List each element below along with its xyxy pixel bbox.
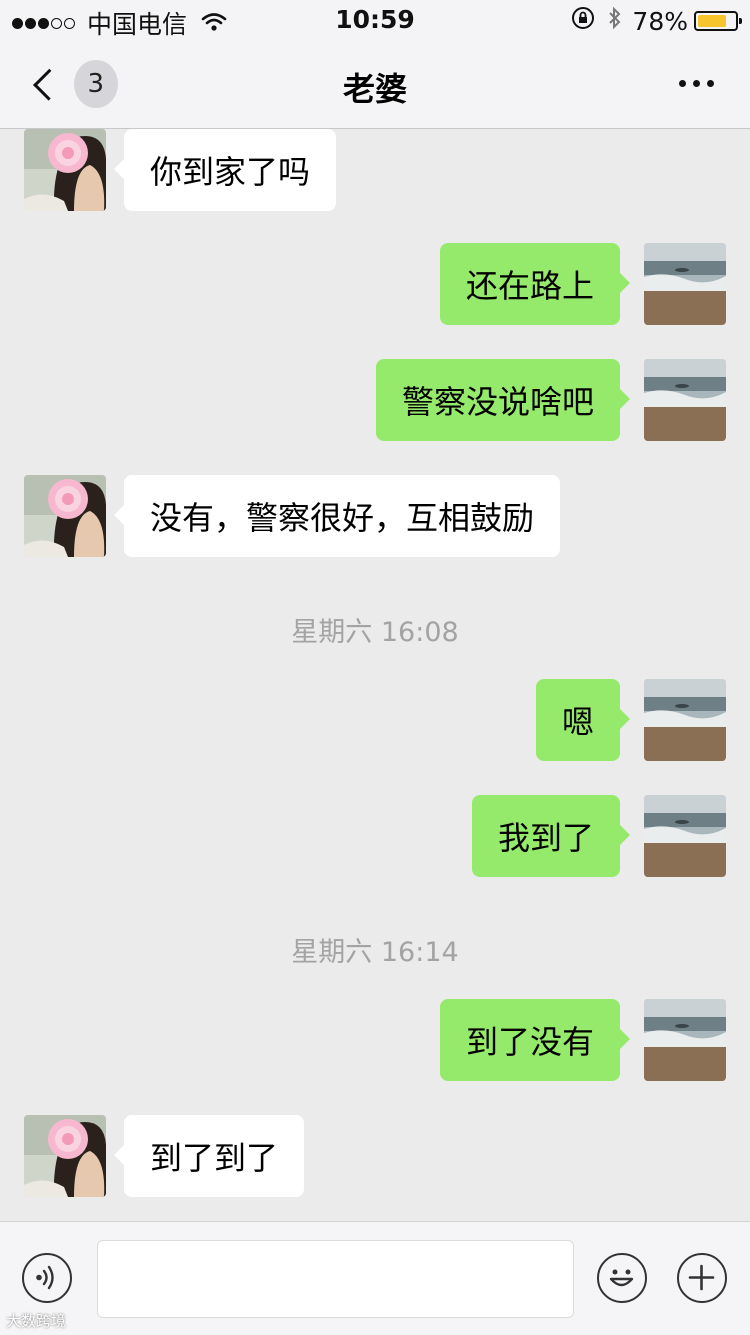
status-bar: 中国电信 10:59 78% (0, 0, 750, 40)
message-input[interactable] (97, 1240, 574, 1318)
my-avatar[interactable] (644, 243, 726, 325)
battery-icon (694, 11, 742, 31)
sent-message-bubble[interactable]: 还在路上 (439, 243, 631, 325)
more-dot (679, 80, 686, 87)
more-dot (707, 80, 714, 87)
sent-message-bubble[interactable]: 我到了 (471, 795, 631, 877)
battery-percent: 78% (632, 6, 688, 36)
received-message-row: 到了到了 (0, 1115, 750, 1197)
emoji-icon[interactable] (597, 1253, 647, 1303)
plus-icon[interactable] (677, 1253, 727, 1303)
more-dot (693, 80, 700, 87)
sent-message-row: 警察没说啥吧 (0, 359, 750, 441)
received-message-bubble[interactable]: 没有，警察很好，互相鼓励 (113, 475, 561, 557)
received-message-row: 你到家了吗 (0, 129, 750, 211)
received-message-row: 没有，警察很好，互相鼓励 (0, 475, 750, 557)
received-message-bubble[interactable]: 到了到了 (113, 1115, 305, 1197)
contact-avatar[interactable] (24, 1115, 106, 1197)
contact-avatar[interactable] (24, 129, 106, 211)
my-avatar[interactable] (644, 679, 726, 761)
battery-level-fill (698, 15, 726, 27)
back-button[interactable]: 3 (28, 58, 118, 110)
sent-message-row: 到了没有 (0, 999, 750, 1081)
my-avatar[interactable] (644, 359, 726, 441)
input-bar (0, 1221, 750, 1335)
sent-message-bubble[interactable]: 警察没说啥吧 (375, 359, 631, 441)
sent-message-row: 还在路上 (0, 243, 750, 325)
status-right: 78% (570, 5, 742, 37)
my-avatar[interactable] (644, 999, 726, 1081)
my-avatar[interactable] (644, 795, 726, 877)
rotation-lock-icon (570, 5, 596, 37)
nav-bar: 3 老婆 (0, 40, 750, 129)
received-message-bubble[interactable]: 你到家了吗 (113, 129, 337, 211)
timestamp: 星期六 16:14 (291, 937, 459, 968)
contact-avatar[interactable] (24, 475, 106, 557)
sent-message-bubble[interactable]: 嗯 (535, 679, 631, 761)
sent-message-row: 嗯 (0, 679, 750, 761)
chevron-left-icon (33, 68, 65, 100)
bluetooth-icon (608, 6, 622, 36)
chat-area[interactable]: 你到家了吗还在路上警察没说啥吧没有，警察很好，互相鼓励星期六 16:08 嗯我到了… (0, 129, 750, 1221)
timestamp: 星期六 16:08 (291, 617, 459, 648)
more-dots-icon[interactable] (672, 80, 714, 87)
unread-badge: 3 (73, 60, 118, 108)
sent-message-row: 我到了 (0, 795, 750, 877)
voice-icon[interactable] (22, 1253, 72, 1303)
sent-message-bubble[interactable]: 到了没有 (439, 999, 631, 1081)
watermark: 大数跨境 (6, 1312, 67, 1330)
